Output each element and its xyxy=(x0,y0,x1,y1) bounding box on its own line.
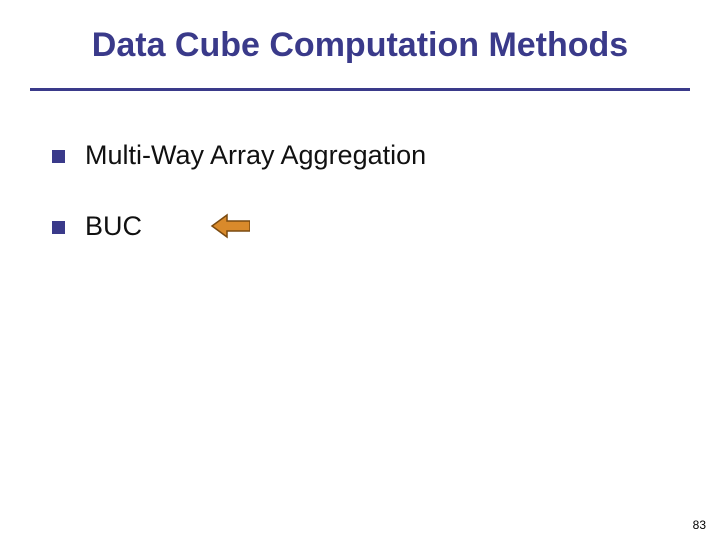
bullet-text: BUC xyxy=(85,211,142,242)
slide-title: Data Cube Computation Methods xyxy=(0,26,720,65)
bullet-list: Multi-Way Array Aggregation BUC xyxy=(52,140,652,282)
list-item: BUC xyxy=(52,211,652,242)
title-divider xyxy=(30,88,690,91)
square-bullet-icon xyxy=(52,150,65,163)
bullet-text: Multi-Way Array Aggregation xyxy=(85,140,426,171)
slide: Data Cube Computation Methods Multi-Way … xyxy=(0,0,720,540)
page-number: 83 xyxy=(693,518,706,532)
square-bullet-icon xyxy=(52,221,65,234)
list-item: Multi-Way Array Aggregation xyxy=(52,140,652,171)
arrow-left-icon xyxy=(210,213,250,239)
